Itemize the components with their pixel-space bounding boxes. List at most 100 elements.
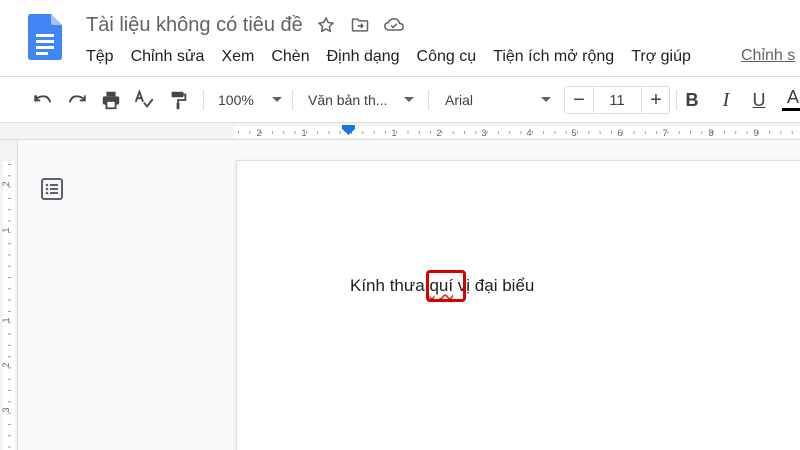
ruler-label: 9 (753, 128, 758, 138)
ruler-label: 6 (617, 128, 622, 138)
title-row: Tài liệu không có tiêu đề (86, 12, 405, 38)
indent-marker-icon[interactable] (342, 125, 355, 135)
ruler-tick (8, 333, 11, 335)
ruler-tick (780, 131, 782, 134)
text-color-button[interactable]: A (782, 87, 800, 111)
menu-bar: Tệp Chỉnh sửa Xem Chèn Định dạng Công cụ… (86, 45, 708, 69)
document-page[interactable] (236, 160, 800, 450)
ruler-tick (769, 131, 771, 134)
style-value: Văn bản th... (308, 92, 388, 108)
ruler-tick (249, 131, 251, 134)
menu-help[interactable]: Trợ giúp (631, 48, 691, 66)
ruler-tick (464, 131, 465, 134)
redo-icon[interactable] (65, 88, 89, 112)
undo-icon[interactable] (31, 88, 55, 112)
ruler-tick (690, 131, 691, 134)
ruler-tick (509, 131, 511, 134)
ruler-tick (418, 131, 420, 134)
ruler-tick (294, 131, 296, 134)
cloud-status-icon[interactable] (383, 14, 405, 36)
ruler-tick (577, 131, 578, 134)
ruler-label: 1 (1, 227, 11, 232)
ruler-tick (565, 131, 567, 134)
menu-extensions[interactable]: Tiện ích mở rộng (493, 48, 614, 66)
ruler-tick (746, 131, 748, 134)
ruler-label: 3 (481, 128, 486, 138)
ruler-label: 8 (708, 128, 713, 138)
menu-insert[interactable]: Chèn (271, 48, 309, 66)
vertical-ruler[interactable]: 2 1 1 2 3 (0, 140, 18, 450)
ruler-label: 1 (301, 128, 306, 138)
underline-button[interactable]: U (747, 87, 771, 113)
ruler-label: 2 (256, 128, 261, 138)
ruler-tick (339, 131, 341, 134)
highlight-annotation-box (426, 270, 466, 302)
ruler-tick (610, 131, 612, 134)
star-icon[interactable] (315, 14, 337, 36)
menu-file[interactable]: Tệp (86, 48, 114, 66)
print-icon[interactable] (99, 88, 123, 112)
toolbar-separator (203, 90, 204, 110)
italic-button[interactable]: I (714, 87, 738, 113)
ruler-tick (678, 131, 680, 134)
font-size-input[interactable]: 11 (595, 87, 639, 113)
doc-title[interactable]: Tài liệu không có tiêu đề (86, 14, 303, 37)
ruler-tick (271, 131, 273, 134)
font-size-control: − 11 + (564, 86, 670, 114)
ruler-label: 3 (1, 407, 11, 412)
ruler-tick (317, 131, 319, 134)
ruler-label: 1 (391, 128, 396, 138)
paint-format-icon[interactable] (166, 88, 190, 112)
move-to-folder-icon[interactable] (349, 14, 371, 36)
font-select[interactable]: Arial (445, 88, 551, 112)
menu-view[interactable]: Xem (221, 48, 254, 66)
ruler-tick (8, 344, 11, 346)
bold-button[interactable]: B (680, 87, 704, 113)
ruler-label: 4 (526, 128, 531, 138)
ruler-tick (791, 131, 793, 134)
zoom-select[interactable]: 100% (218, 88, 282, 112)
ruler-tick (8, 299, 11, 301)
spellcheck-icon[interactable] (132, 88, 156, 112)
ruler-label: 5 (571, 128, 576, 138)
ruler-tick (554, 131, 556, 134)
ruler-tick (8, 356, 11, 358)
ruler-tick (8, 265, 11, 267)
ruler-tick (8, 220, 11, 222)
menu-format[interactable]: Định dạng (327, 48, 400, 66)
ruler-tick (8, 209, 11, 211)
ruler-tick (543, 131, 545, 134)
increase-font-size-button[interactable]: + (642, 87, 670, 113)
text-run: Kính thưa (350, 276, 430, 295)
ruler-label: 2 (436, 128, 441, 138)
menu-edit[interactable]: Chỉnh sửa (131, 48, 205, 66)
ruler-tick (723, 131, 725, 134)
ruler-tick (384, 131, 386, 134)
toolbar-separator (676, 90, 677, 110)
ruler-tick (328, 131, 330, 134)
document-outline-icon[interactable] (40, 177, 64, 201)
ruler-tick (8, 288, 11, 290)
ruler-tick (8, 423, 11, 425)
toolbar: 100% Văn bản th... Arial − 11 + B I U A (0, 76, 800, 122)
decrease-font-size-button[interactable]: − (565, 87, 593, 113)
ruler-tick (8, 390, 11, 391)
chevron-down-icon (541, 97, 551, 102)
horizontal-ruler[interactable]: 2 1 1 2 3 4 5 6 7 8 9 (0, 122, 800, 140)
ruler-tick (667, 131, 669, 134)
ruler-tick (8, 401, 11, 403)
style-select[interactable]: Văn bản th... (308, 88, 414, 112)
menu-tools[interactable]: Công cụ (417, 48, 477, 66)
docs-logo-icon[interactable] (28, 14, 62, 60)
ruler-tick (373, 131, 375, 134)
ruler-tick (238, 131, 239, 134)
chevron-down-icon (404, 97, 414, 102)
ruler-tick (8, 254, 11, 256)
ruler-tick (701, 131, 703, 134)
ruler-tick (8, 175, 11, 177)
ruler-tick (8, 197, 11, 199)
chevron-down-icon (272, 97, 282, 102)
ruler-tick (8, 164, 11, 165)
last-edit-link[interactable]: Chỉnh s (741, 47, 795, 65)
ruler-tick (486, 131, 488, 134)
